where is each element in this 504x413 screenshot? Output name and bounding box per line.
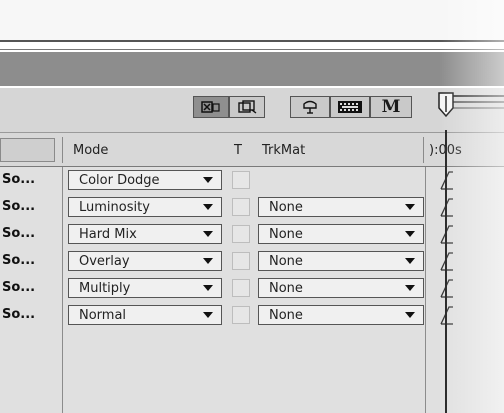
dropdown-arrow-icon <box>405 204 415 210</box>
column-separator <box>62 167 63 413</box>
dropdown-value: Color Dodge <box>79 172 160 188</box>
m-icon: M <box>381 97 401 117</box>
dropdown-arrow-icon <box>203 312 213 318</box>
mode-column-header[interactable]: Mode <box>73 143 108 158</box>
dropdown-arrow-icon <box>203 204 213 210</box>
dropdown-value: Normal <box>79 307 127 323</box>
divider <box>0 40 504 42</box>
layer-source-name[interactable]: So... <box>2 226 35 241</box>
dropdown-value: None <box>269 226 303 242</box>
preserve-transparency-checkbox[interactable] <box>232 279 250 297</box>
blend-mode-dropdown[interactable]: Hard Mix <box>68 224 222 244</box>
preserve-transparency-checkbox[interactable] <box>232 306 250 324</box>
current-time-indicator-line[interactable] <box>445 130 447 413</box>
track-matte-dropdown[interactable]: None <box>258 305 424 325</box>
column-separator <box>423 137 424 163</box>
dropdown-value: Hard Mix <box>79 226 137 242</box>
source-name-column-header[interactable] <box>0 138 55 162</box>
track-matte-dropdown[interactable]: None <box>258 278 424 298</box>
layer-source-name[interactable]: So... <box>2 199 35 214</box>
layer-source-name[interactable]: So... <box>2 307 35 322</box>
layer-source-name[interactable]: So... <box>2 253 35 268</box>
preserve-transparency-checkbox[interactable] <box>232 252 250 270</box>
track-matte-dropdown[interactable]: None <box>258 197 424 217</box>
draft-3d-button[interactable] <box>290 96 330 118</box>
dropdown-value: None <box>269 199 303 215</box>
film-strip-icon <box>338 101 362 113</box>
markers-m-button[interactable]: M <box>370 96 412 118</box>
frame-blending-icon <box>238 100 257 114</box>
blend-mode-dropdown[interactable]: Multiply <box>68 278 222 298</box>
blend-mode-dropdown[interactable]: Normal <box>68 305 222 325</box>
dropdown-arrow-icon <box>203 231 213 237</box>
blend-mode-dropdown[interactable]: Color Dodge <box>68 170 222 190</box>
preserve-transparency-checkbox[interactable] <box>232 171 250 189</box>
film-strip-button[interactable] <box>330 96 370 118</box>
column-separator <box>62 137 63 163</box>
dropdown-arrow-icon <box>405 231 415 237</box>
blend-mode-dropdown[interactable]: Luminosity <box>68 197 222 217</box>
track-matte-dropdown[interactable]: None <box>258 224 424 244</box>
dropdown-value: Luminosity <box>79 199 150 215</box>
dropdown-arrow-icon <box>203 258 213 264</box>
blend-mode-dropdown[interactable]: Overlay <box>68 251 222 271</box>
dropdown-value: None <box>269 307 303 323</box>
title-area <box>0 0 504 42</box>
panel-tab-bar <box>0 52 504 86</box>
motion-blur-switch-button[interactable] <box>193 96 229 118</box>
dropdown-arrow-icon <box>405 285 415 291</box>
dropdown-arrow-icon <box>405 258 415 264</box>
frame-blending-switch-button[interactable] <box>229 96 265 118</box>
dropdown-arrow-icon <box>405 312 415 318</box>
dropdown-value: Multiply <box>79 280 131 296</box>
dropdown-arrow-icon <box>203 177 213 183</box>
dropdown-value: Overlay <box>79 253 130 269</box>
divider <box>0 49 504 50</box>
dropdown-value: None <box>269 253 303 269</box>
trkmat-column-header[interactable]: TrkMat <box>262 143 305 158</box>
layer-source-name[interactable]: So... <box>2 172 35 187</box>
draft-3d-icon <box>303 100 317 114</box>
time-ruler[interactable] <box>437 92 504 128</box>
dropdown-arrow-icon <box>203 285 213 291</box>
dropdown-value: None <box>269 280 303 296</box>
column-separator <box>425 167 426 413</box>
motion-blur-icon <box>201 101 220 113</box>
t-column-header[interactable]: T <box>234 143 242 158</box>
preserve-transparency-checkbox[interactable] <box>232 225 250 243</box>
track-matte-dropdown[interactable]: None <box>258 251 424 271</box>
layer-source-name[interactable]: So... <box>2 280 35 295</box>
preserve-transparency-checkbox[interactable] <box>232 198 250 216</box>
